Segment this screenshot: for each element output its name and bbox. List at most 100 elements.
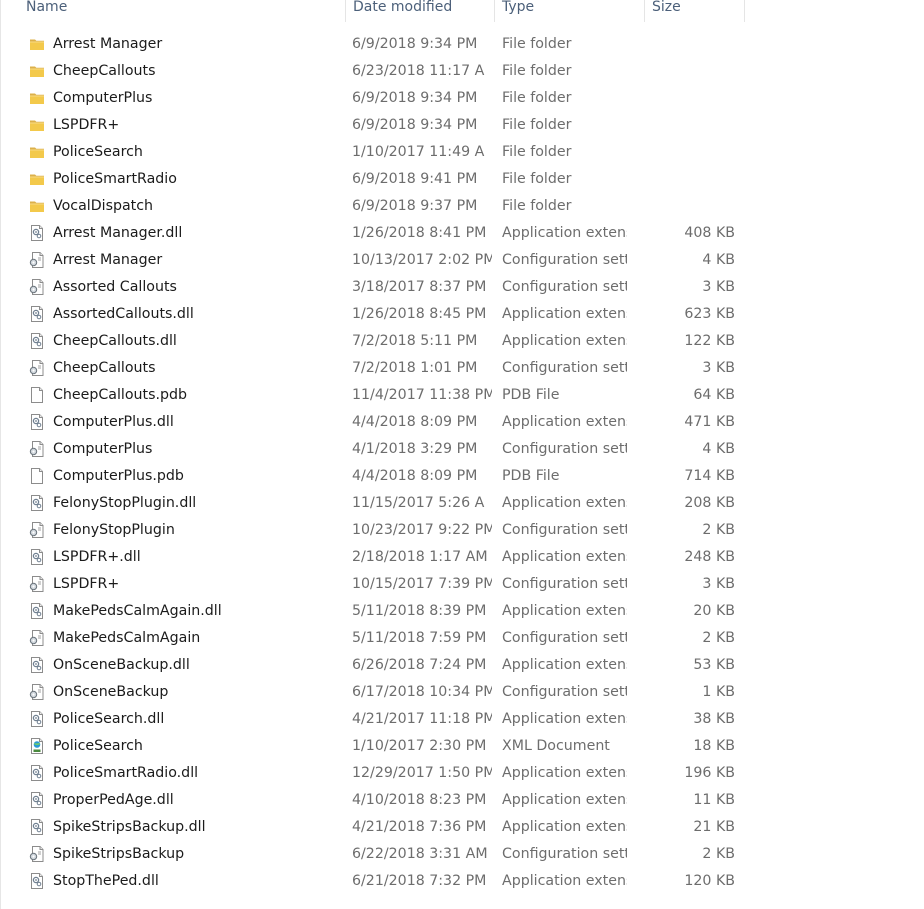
- file-size: 471 KB: [684, 414, 735, 430]
- file-row[interactable]: CheepCallouts.pdb 11/4/2017 11:38 PM PDB F…: [0, 382, 760, 409]
- file-row[interactable]: LSPDFR+.dll 2/18/2018 1:17 AM Application …: [0, 544, 760, 571]
- file-date-modified: 6/17/2018 10:34 PM: [352, 684, 492, 700]
- file-name: SpikeStripsBackup.dll: [53, 819, 206, 835]
- file-row[interactable]: MakePedsCalmAgain.dll 5/11/2018 8:39 PM Ap…: [0, 598, 760, 625]
- config-icon: [29, 279, 45, 295]
- config-icon: [29, 846, 45, 862]
- folder-icon: [29, 63, 45, 79]
- file-row[interactable]: FelonyStopPlugin 10/23/2017 9:22 PM Config…: [0, 517, 760, 544]
- column-header-date-modified[interactable]: Date modified: [353, 0, 493, 22]
- file-row[interactable]: MakePedsCalmAgain 5/11/2018 7:59 PM Config…: [0, 625, 760, 652]
- file-row[interactable]: LSPDFR+ 6/9/2018 9:34 PM File folder: [0, 112, 760, 139]
- config-icon: [29, 630, 45, 646]
- file-size: 248 KB: [684, 549, 735, 565]
- file-type: Configuration setti: [502, 684, 627, 700]
- file-row[interactable]: VocalDispatch 6/9/2018 9:37 PM File folder: [0, 193, 760, 220]
- file-row[interactable]: PoliceSearch.dll 4/21/2017 11:18 PM Applic…: [0, 706, 760, 733]
- file-row[interactable]: StopThePed.dll 6/21/2018 7:32 PM Applicati…: [0, 868, 760, 895]
- file-name: OnSceneBackup: [53, 684, 169, 700]
- column-divider[interactable]: [644, 0, 645, 22]
- file-type: Configuration setti: [502, 360, 627, 376]
- file-row[interactable]: LSPDFR+ 10/15/2017 7:39 PM Configuration s…: [0, 571, 760, 598]
- dll-icon: [29, 414, 45, 430]
- file-name: Arrest Manager: [53, 36, 163, 52]
- column-divider[interactable]: [744, 0, 745, 22]
- file-name: PoliceSearch: [53, 144, 143, 160]
- file-name: Assorted Callouts: [53, 279, 177, 295]
- file-row[interactable]: ComputerPlus.pdb 4/4/2018 8:09 PM PDB File…: [0, 463, 760, 490]
- file-name: ComputerPlus: [53, 90, 153, 106]
- file-date-modified: 6/9/2018 9:34 PM: [352, 36, 478, 52]
- file-row[interactable]: OnSceneBackup 6/17/2018 10:34 PM Configura…: [0, 679, 760, 706]
- file-date-modified: 6/9/2018 9:34 PM: [352, 117, 478, 133]
- file-size: 120 KB: [684, 873, 735, 889]
- config-icon: [29, 360, 45, 376]
- file-date-modified: 12/29/2017 1:50 PM: [352, 765, 492, 781]
- file-type: XML Document: [502, 738, 610, 754]
- file-name: CheepCallouts: [53, 360, 156, 376]
- file-row[interactable]: CheepCallouts 6/23/2018 11:17 A File folde…: [0, 58, 760, 85]
- file-row[interactable]: ComputerPlus.dll 4/4/2018 8:09 PM Applicat…: [0, 409, 760, 436]
- file-row[interactable]: PoliceSmartRadio 6/9/2018 9:41 PM File fol…: [0, 166, 760, 193]
- file-size: 11 KB: [693, 792, 735, 808]
- file-size: 18 KB: [693, 738, 735, 754]
- file-row[interactable]: ProperPedAge.dll 4/10/2018 8:23 PM Applica…: [0, 787, 760, 814]
- file-name: Arrest Manager.dll: [53, 225, 183, 241]
- file-row[interactable]: FelonyStopPlugin.dll 11/15/2017 5:26 A App…: [0, 490, 760, 517]
- file-type: Configuration setti: [502, 630, 627, 646]
- column-header-name[interactable]: Name: [26, 0, 346, 22]
- file-row[interactable]: SpikeStripsBackup 6/22/2018 3:31 AM Config…: [0, 841, 760, 868]
- column-divider[interactable]: [345, 0, 346, 22]
- file-name: ComputerPlus.dll: [53, 414, 174, 430]
- file-row[interactable]: Arrest Manager 10/13/2017 2:02 PM Configur…: [0, 247, 760, 274]
- file-row[interactable]: PoliceSmartRadio.dll 12/29/2017 1:50 PM Ap…: [0, 760, 760, 787]
- file-date-modified: 4/4/2018 8:09 PM: [352, 468, 478, 484]
- file-row[interactable]: ComputerPlus 4/1/2018 3:29 PM Configuratio…: [0, 436, 760, 463]
- file-name: LSPDFR+: [53, 576, 120, 592]
- file-name: StopThePed.dll: [53, 873, 159, 889]
- file-row[interactable]: OnSceneBackup.dll 6/26/2018 7:24 PM Applic…: [0, 652, 760, 679]
- dll-icon: [29, 306, 45, 322]
- file-size: 38 KB: [693, 711, 735, 727]
- file-date-modified: 4/4/2018 8:09 PM: [352, 414, 478, 430]
- column-header-size[interactable]: Size: [652, 0, 742, 22]
- config-icon: [29, 684, 45, 700]
- file-row[interactable]: Assorted Callouts 3/18/2017 8:37 PM Config…: [0, 274, 760, 301]
- folder-icon: [29, 144, 45, 160]
- file-type: File folder: [502, 171, 572, 187]
- column-header-type[interactable]: Type: [502, 0, 642, 22]
- file-row[interactable]: ComputerPlus 6/9/2018 9:34 PM File folder: [0, 85, 760, 112]
- column-divider[interactable]: [494, 0, 495, 22]
- dll-icon: [29, 819, 45, 835]
- config-icon: [29, 441, 45, 457]
- dll-icon: [29, 711, 45, 727]
- file-date-modified: 6/9/2018 9:34 PM: [352, 90, 478, 106]
- file-size: 2 KB: [702, 522, 735, 538]
- file-type: Application extens: [502, 414, 627, 430]
- file-date-modified: 5/11/2018 8:39 PM: [352, 603, 487, 619]
- file-date-modified: 2/18/2018 1:17 AM: [352, 549, 488, 565]
- file-row[interactable]: AssortedCallouts.dll 1/26/2018 8:45 PM App…: [0, 301, 760, 328]
- file-date-modified: 6/9/2018 9:41 PM: [352, 171, 478, 187]
- file-name: CheepCallouts.dll: [53, 333, 177, 349]
- file-row[interactable]: CheepCallouts 7/2/2018 1:01 PM Configurati…: [0, 355, 760, 382]
- file-row[interactable]: PoliceSearch 1/10/2017 11:49 A File folder: [0, 139, 760, 166]
- file-row[interactable]: CheepCallouts.dll 7/2/2018 5:11 PM Applica…: [0, 328, 760, 355]
- file-name: SpikeStripsBackup: [53, 846, 185, 862]
- file-row[interactable]: PoliceSearch 1/10/2017 2:30 PM XML Documen…: [0, 733, 760, 760]
- file-date-modified: 6/22/2018 3:31 AM: [352, 846, 488, 862]
- file-date-modified: 4/1/2018 3:29 PM: [352, 441, 478, 457]
- dll-icon: [29, 333, 45, 349]
- file-size: 20 KB: [693, 603, 735, 619]
- file-row[interactable]: SpikeStripsBackup.dll 4/21/2018 7:36 PM Ap…: [0, 814, 760, 841]
- file-type: File folder: [502, 144, 572, 160]
- dll-icon: [29, 792, 45, 808]
- file-type: Application extens: [502, 333, 627, 349]
- file-size: 3 KB: [702, 360, 735, 376]
- file-row[interactable]: Arrest Manager.dll 1/26/2018 8:41 PM Appli…: [0, 220, 760, 247]
- file-row[interactable]: Arrest Manager 6/9/2018 9:34 PM File folde…: [0, 31, 760, 58]
- file-type: Application extens: [502, 549, 627, 565]
- file-type: Application extens: [502, 657, 627, 673]
- file-size: 2 KB: [702, 630, 735, 646]
- file-date-modified: 6/26/2018 7:24 PM: [352, 657, 487, 673]
